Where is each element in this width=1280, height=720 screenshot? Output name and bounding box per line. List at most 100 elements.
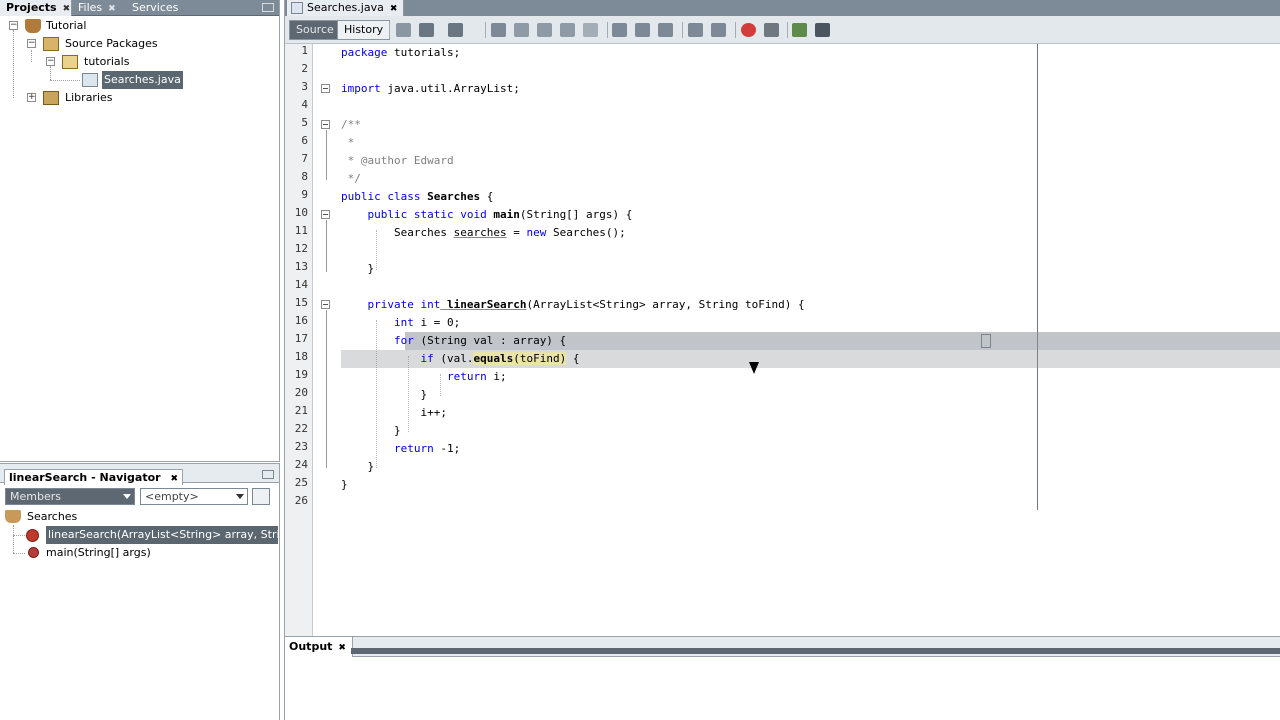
- code-text: {: [480, 190, 494, 203]
- last-edit-icon[interactable]: [396, 23, 411, 37]
- fold-icon[interactable]: [321, 300, 330, 309]
- code-line-19: return i;: [341, 368, 507, 386]
- find-icon[interactable]: [491, 23, 506, 37]
- navigator-member-main[interactable]: main(String[] args): [46, 544, 151, 562]
- keyword: return: [341, 370, 487, 383]
- line-number: 15: [294, 296, 308, 309]
- code-line-6: *: [341, 136, 355, 149]
- tab-navigator[interactable]: linearSearch - Navigator ✖: [4, 469, 183, 485]
- line-number: 23: [294, 440, 308, 453]
- toggle-bookmark-icon[interactable]: [658, 23, 673, 37]
- toggle-select-icon[interactable]: [583, 23, 598, 37]
- comment-icon[interactable]: [792, 23, 807, 37]
- toolbar-separator: [682, 22, 683, 38]
- members-filter-value: Members: [10, 490, 61, 503]
- fold-icon[interactable]: [321, 84, 330, 93]
- output-panel-grip[interactable]: [351, 648, 1280, 654]
- code-line-23: return -1;: [341, 440, 460, 458]
- tree-node-tutorials[interactable]: tutorials: [84, 53, 129, 71]
- start-macro-icon[interactable]: [741, 23, 756, 37]
- minimize-icon[interactable]: [262, 470, 274, 479]
- toggle-highlight-icon[interactable]: [560, 23, 575, 37]
- keyword: int: [413, 298, 441, 311]
- back-icon[interactable]: [419, 23, 434, 37]
- navigator-panel: linearSearch - Navigator ✖ Members <empt…: [0, 463, 280, 720]
- find-next-icon[interactable]: [537, 23, 552, 37]
- class-icon: [5, 510, 21, 523]
- tab-projects-label: Projects: [6, 1, 57, 14]
- toolbar-separator: [389, 22, 390, 38]
- stop-macro-icon[interactable]: [764, 23, 779, 37]
- collapse-icon[interactable]: −: [27, 39, 36, 48]
- toolbar-separator: [485, 22, 486, 38]
- code-line-20: }: [341, 388, 428, 401]
- fold-icon[interactable]: [321, 120, 330, 129]
- line-number: 21: [294, 404, 308, 417]
- fold-line: [326, 310, 327, 468]
- line-number: 11: [294, 224, 308, 237]
- unused-variable: searches: [453, 226, 507, 239]
- code-line-18: if (val.equals(toFind) {: [341, 350, 579, 368]
- fold-icon[interactable]: [321, 210, 330, 219]
- line-number: 9: [301, 188, 308, 201]
- tab-searches-java[interactable]: Searches.java ✖: [287, 0, 405, 16]
- members-filter-combo[interactable]: Members: [5, 488, 135, 505]
- tree-node-label: Libraries: [65, 91, 113, 104]
- line-number: 12: [294, 242, 308, 255]
- close-icon[interactable]: ✖: [63, 4, 71, 14]
- minimize-icon[interactable]: [262, 3, 274, 12]
- java-file-icon: [291, 2, 303, 14]
- code-line-22: }: [341, 424, 401, 437]
- tree-line: [13, 30, 14, 98]
- code-text: i = 0;: [413, 316, 461, 329]
- collapse-icon[interactable]: −: [9, 21, 18, 30]
- line-number: 10: [294, 206, 308, 219]
- line-number: 24: [294, 458, 308, 471]
- tab-services-label: Services: [132, 1, 179, 14]
- expand-icon[interactable]: +: [27, 93, 36, 102]
- line-number: 3: [301, 80, 308, 93]
- keyword: public class: [341, 190, 421, 203]
- tab-files-label: Files: [78, 1, 103, 14]
- tree-node-libraries[interactable]: Libraries: [65, 89, 113, 107]
- empty-combo[interactable]: <empty>: [140, 488, 248, 505]
- tree-node-searches-java[interactable]: Searches.java: [102, 71, 183, 89]
- code-area[interactable]: package tutorials; import java.util.Arra…: [341, 44, 1280, 636]
- package-icon: [62, 55, 78, 69]
- code-line-8: */: [341, 172, 361, 185]
- tree-node-label: Source Packages: [65, 37, 158, 50]
- tree-line: [50, 66, 51, 80]
- editor-toolbar: Source History: [285, 16, 1280, 44]
- tab-output[interactable]: Output ✖: [285, 637, 353, 657]
- code-text: -1;: [433, 442, 461, 455]
- shift-left-icon[interactable]: [688, 23, 703, 37]
- toolbar-separator: [787, 22, 788, 38]
- collapse-icon[interactable]: −: [46, 57, 55, 66]
- code-text: i;: [486, 370, 507, 383]
- tree-node-tutorial[interactable]: Tutorial: [46, 17, 86, 35]
- forward-icon[interactable]: [448, 23, 463, 37]
- shift-right-icon[interactable]: [711, 23, 726, 37]
- close-icon[interactable]: ✖: [390, 4, 398, 14]
- uncomment-icon[interactable]: [815, 23, 830, 37]
- find-previous-icon[interactable]: [514, 23, 529, 37]
- line-number: 14: [294, 278, 308, 291]
- close-icon[interactable]: ✖: [338, 643, 346, 653]
- close-icon[interactable]: ✖: [108, 4, 116, 14]
- history-tab[interactable]: History: [337, 20, 391, 40]
- next-bookmark-icon[interactable]: [635, 23, 650, 37]
- source-packages-icon: [43, 37, 59, 51]
- filter-settings-button[interactable]: [252, 488, 270, 505]
- tab-files[interactable]: Files ✖: [72, 0, 126, 16]
- navigator-root-searches[interactable]: Searches: [27, 508, 77, 526]
- code-line-10: public static void main(String[] args) {: [341, 206, 632, 224]
- tab-services[interactable]: Services: [126, 0, 196, 16]
- source-tab[interactable]: Source: [289, 20, 341, 40]
- tree-node-source-packages[interactable]: Source Packages: [65, 35, 158, 53]
- keyword: private: [341, 298, 414, 311]
- keyword: package: [341, 46, 388, 59]
- tab-projects[interactable]: Projects ✖: [0, 0, 72, 16]
- previous-bookmark-icon[interactable]: [612, 23, 627, 37]
- close-icon[interactable]: ✖: [170, 474, 178, 484]
- navigator-member-linearsearch[interactable]: linearSearch(ArrayList<String> array, St…: [46, 526, 278, 544]
